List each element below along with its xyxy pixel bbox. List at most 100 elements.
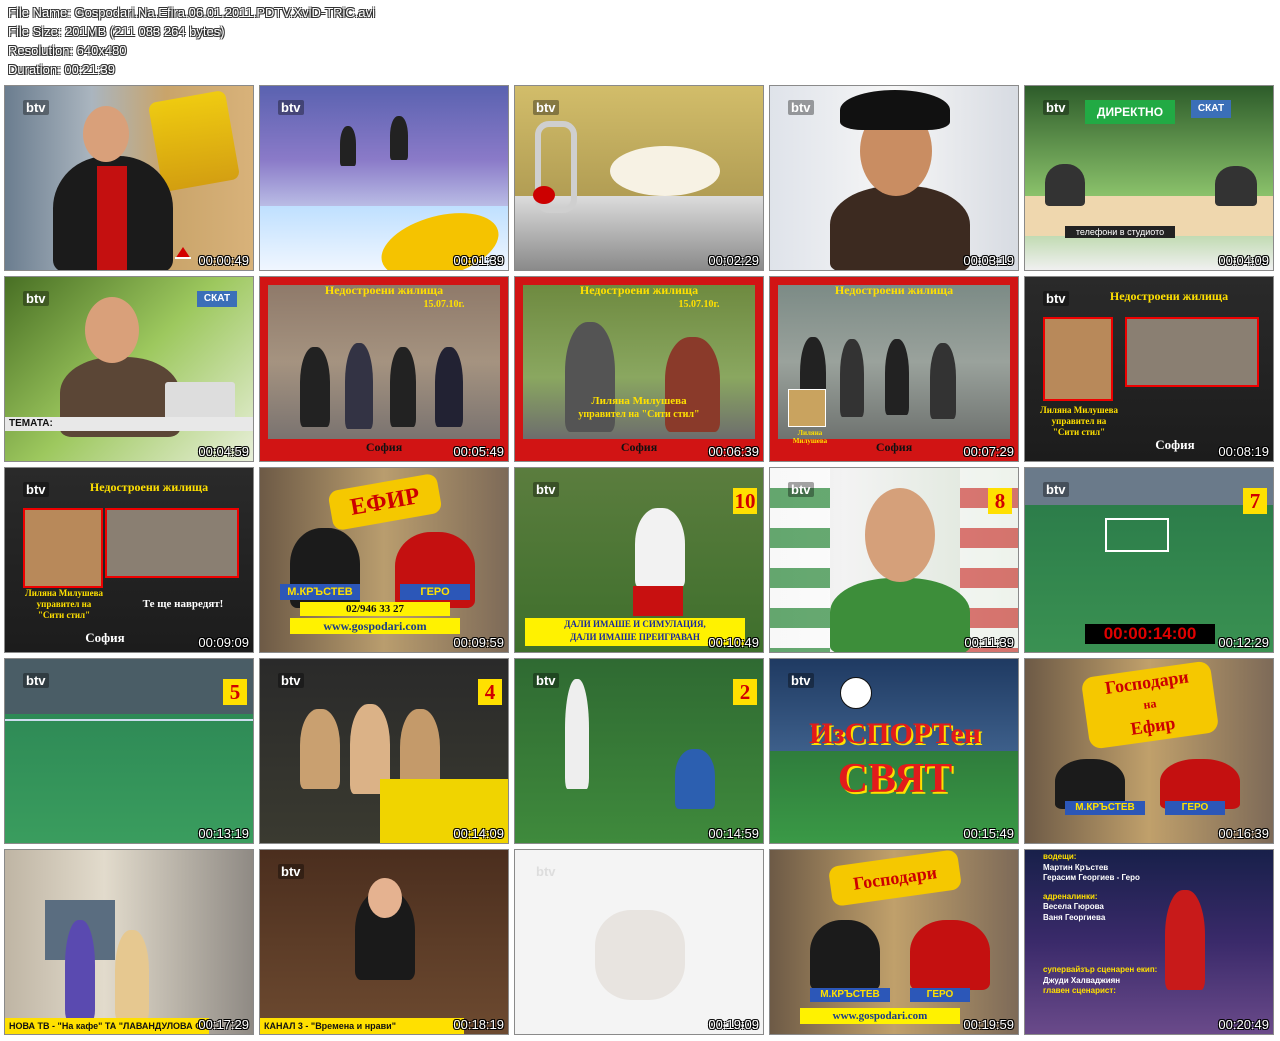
timestamp: 00:14:09 [453,826,504,841]
channel-logo: btv [23,673,49,688]
website-caption: www.gospodari.com [290,618,460,634]
lower-third: ТЕМАТА: [5,417,253,431]
timestamp: 00:04:59 [198,444,249,459]
speaker-name: Лиляна Милушева [1040,405,1118,415]
timestamp: 00:09:59 [453,635,504,650]
credit-line: Весела Гюрова [1043,902,1104,911]
timestamp: 00:07:29 [963,444,1014,459]
report-title: Недостроени жилища [1109,289,1229,303]
report-date: 15.07.10г. [678,299,720,310]
timestamp: 00:10:49 [708,635,759,650]
channel-logo: btv [788,673,814,688]
timestamp: 00:09:09 [198,635,249,650]
thumbnail[interactable]: Недостроени жилища Лиляна Милушева управ… [1024,276,1274,462]
rank-number: 10 [733,488,757,514]
channel-logo: btv [1043,100,1069,115]
thumbnail[interactable]: 4 btv 00:14:09 [259,658,509,844]
report-title: Недостроени жилища [579,283,699,297]
host-name: ГЕРО [910,988,970,1002]
network-badge: СКАТ [197,291,237,307]
timestamp: 00:20:49 [1218,1017,1269,1032]
host-name: ГЕРО [400,584,470,600]
timestamp: 00:14:59 [708,826,759,841]
speaker-name: Лиляна Милушева [25,588,103,598]
channel-logo: btv [1043,291,1069,306]
speaker-name: Лиляна Милушева [591,395,687,407]
thumbnail[interactable]: ЕФИР М.КРЪСТЕВ ГЕРО 02/946 33 27 www.gos… [259,467,509,653]
channel-logo: btv [278,864,304,879]
credit-line: главен сценарист: [1043,986,1116,995]
rank-number: 7 [1243,488,1267,514]
timestamp: 00:17:29 [198,1017,249,1032]
timestamp: 00:05:49 [453,444,504,459]
location-caption: София [85,630,125,645]
host-name: М.КРЪСТЕВ [1065,801,1145,815]
channel-logo: btv [1043,482,1069,497]
channel-logo: btv [278,100,304,115]
thumbnail[interactable]: Недостроени жилища Лиляна Милушева София… [769,276,1019,462]
thumbnail[interactable]: ИзСПОРТен СВЯТ btv 00:15:49 [769,658,1019,844]
timestamp: 00:19:09 [708,1017,759,1032]
speaker-role: управител на [36,599,92,609]
channel-logo: btv [536,864,556,879]
timestamp: 00:03:19 [963,253,1014,268]
report-title: Недостроени жилища [834,283,954,297]
thumbnail[interactable]: ДИРЕКТНО СКАТ телефони в студиото btv 00… [1024,85,1274,271]
network-badge: СКАТ [1191,100,1231,118]
channel-logo: btv [533,673,559,688]
channel-ticker: КАНАЛ 3 - "Времена и нрави" [260,1018,464,1034]
rank-number: 4 [478,679,502,705]
thumbnail[interactable]: НОВА ТВ - "На кафе" ТА "ЛАВАНДУЛОВА ОМАЯ… [4,849,254,1035]
thumbnail[interactable]: КАНАЛ 3 - "Времена и нрави" btv 00:18:19 [259,849,509,1035]
timestamp: 00:04:09 [1218,253,1269,268]
channel-ticker: НОВА ТВ - "На кафе" ТА "ЛАВАНДУЛОВА ОМАЯ… [5,1018,209,1034]
thumbnail[interactable]: СКАТ ТЕМАТА: btv 00:04:59 [4,276,254,462]
location-caption: София [1155,437,1195,452]
credit-line: Герасим Георгиев - Геро [1043,873,1140,882]
thumbnail[interactable]: водещи: Мартин Кръстев Герасим Георгиев … [1024,849,1274,1035]
thumbnail[interactable]: Недостроени жилища 15.07.10г. София 00:0… [259,276,509,462]
thumbnail[interactable]: 7 00:00:14:00 btv 00:12:29 [1024,467,1274,653]
timestamp: 00:11:39 [964,635,1014,650]
file-info: File Name: Gospodari.Na.Efira.06.01.2011… [8,3,375,79]
thumbnail[interactable]: 5 btv 00:13:19 [4,658,254,844]
thumbnail[interactable]: 10 ДАЛИ ИМАШЕ И СИМУЛАЦИЯ, ДАЛИ ИМАШЕ ПР… [514,467,764,653]
channel-logo: btv [23,482,49,497]
host-name: М.КРЪСТЕВ [810,988,890,1002]
caption-line: ДАЛИ ИМАШЕ И СИМУЛАЦИЯ, [564,619,706,629]
channel-logo: btv [788,482,814,497]
thumbnail[interactable]: Господари М.КРЪСТЕВ ГЕРО www.gospodari.c… [769,849,1019,1035]
thumbnail[interactable]: btv 00:19:09 [514,849,764,1035]
thumbnail[interactable]: Недостроени жилища 15.07.10г. Лиляна Мил… [514,276,764,462]
timestamp: 00:19:59 [963,1017,1014,1032]
report-date: 15.07.10г. [423,299,465,310]
thumbnail[interactable]: 8 btv 00:11:39 [769,467,1019,653]
timestamp: 00:02:29 [708,253,759,268]
channel-logo: btv [23,100,49,115]
duration: Duration: 00:21:39 [8,62,115,77]
timestamp: 00:13:19 [198,826,249,841]
thumbnail[interactable]: btv 00:03:19 [769,85,1019,271]
thumbnail[interactable]: btv 00:01:39 [259,85,509,271]
thumbnail[interactable]: Господари на Ефир М.КРЪСТЕВ ГЕРО 00:16:3… [1024,658,1274,844]
credit-line: адреналинки: [1043,891,1098,901]
host-name: ГЕРО [1165,801,1225,815]
credit-line: водещи: [1043,852,1077,861]
caption-phone: телефони в студиото [1065,226,1175,238]
rank-number: 5 [223,679,247,705]
timestamp: 00:12:29 [1218,635,1269,650]
thumbnail[interactable]: 2 btv 00:14:59 [514,658,764,844]
timestamp: 00:15:49 [963,826,1014,841]
report-title: Недостроени жилища [89,480,209,494]
speaker-role: управител на "Сити стил" [578,409,700,420]
report-title: Недостроени жилища [324,283,444,297]
thumbnail[interactable]: btv 00:02:29 [514,85,764,271]
thumbnail[interactable]: Недостроени жилища Лиляна Милушева управ… [4,467,254,653]
credit-line: Ваня Георгиева [1043,912,1106,922]
resolution: Resolution: 640x480 [8,43,127,58]
channel-logo: btv [788,100,814,115]
match-clock: 00:00:14:00 [1085,624,1215,644]
channel-logo: btv [278,673,304,688]
phone-number: 02/946 33 27 [300,602,450,616]
thumbnail[interactable]: btv 00:00:49 [4,85,254,271]
